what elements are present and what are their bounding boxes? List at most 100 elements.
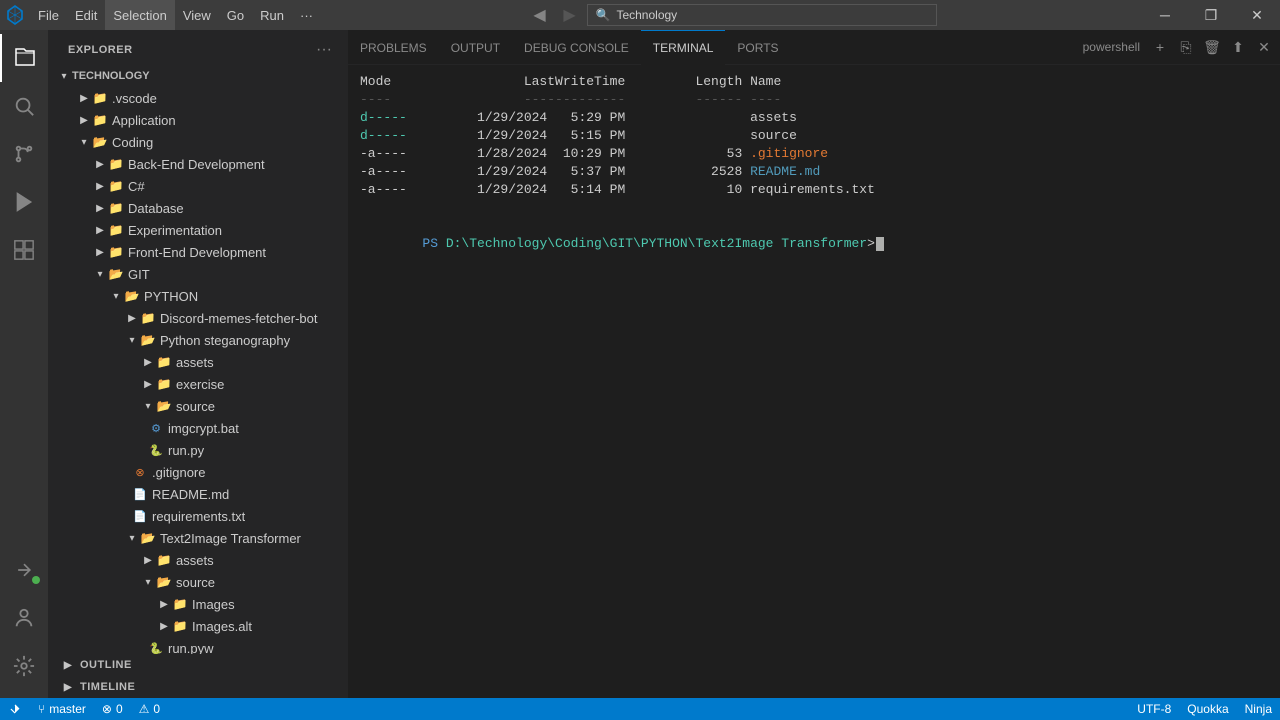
item-label: run.pyw bbox=[168, 641, 214, 655]
status-language[interactable]: Ninja bbox=[1237, 698, 1280, 720]
tree-item[interactable]: ▶ 📁 Images bbox=[48, 593, 348, 615]
minimize-button[interactable]: ─ bbox=[1142, 0, 1188, 30]
tree-item[interactable]: 📄 requirements.txt bbox=[48, 505, 348, 527]
tree-item[interactable]: ▾ 📂 Python steganography bbox=[48, 329, 348, 351]
title-center: ◀ ▶ 🔍 Technology bbox=[321, 2, 1142, 28]
tree-item[interactable]: ▶ 📁 Discord-memes-fetcher-bot bbox=[48, 307, 348, 329]
status-bar: ⑂ master ⊗ 0 ⚠ 0 UTF-8 Quokka Ninja bbox=[0, 698, 1280, 720]
maximize-button[interactable]: ❐ bbox=[1188, 0, 1234, 30]
search-icon: 🔍 bbox=[596, 8, 611, 22]
tree-item[interactable]: 📄 README.md bbox=[48, 483, 348, 505]
warning-count: 0 bbox=[153, 702, 160, 716]
tree-item[interactable]: ▾ 📂 Coding bbox=[48, 131, 348, 153]
status-eol[interactable]: Quokka bbox=[1179, 698, 1236, 720]
eol-label: Quokka bbox=[1187, 702, 1228, 716]
search-activity-icon[interactable] bbox=[0, 82, 48, 130]
status-encoding[interactable]: UTF-8 bbox=[1129, 698, 1179, 720]
status-git-branch[interactable]: ⑂ master bbox=[30, 698, 94, 720]
tree-item[interactable]: ▶ 📁 Application bbox=[48, 109, 348, 131]
tree-item[interactable]: ▶ 📁 Experimentation bbox=[48, 219, 348, 241]
item-label: source bbox=[176, 575, 215, 590]
item-label: run.py bbox=[168, 443, 204, 458]
item-label: Text2Image Transformer bbox=[160, 531, 301, 546]
arrow-icon: ▶ bbox=[156, 618, 172, 634]
folder-assets-icon: 📁 bbox=[156, 354, 172, 370]
item-label: assets bbox=[176, 553, 214, 568]
menu-edit[interactable]: Edit bbox=[67, 0, 105, 30]
explorer-icon[interactable] bbox=[0, 34, 48, 82]
tree-root[interactable]: ▾ TECHNOLOGY bbox=[48, 65, 348, 87]
arrow-icon: ▾ bbox=[124, 332, 140, 348]
branch-name: master bbox=[49, 702, 86, 716]
tree-item[interactable]: ▶ 📁 Back-End Development bbox=[48, 153, 348, 175]
terminal-split-button[interactable]: ⎘ bbox=[1174, 35, 1198, 59]
arrow-icon: ▶ bbox=[76, 90, 92, 106]
source-control-activity-icon[interactable] bbox=[0, 130, 48, 178]
nav-fwd-button[interactable]: ▶ bbox=[557, 2, 583, 28]
folder-open-icon: 📂 bbox=[140, 530, 156, 546]
terminal-maximize-button[interactable]: ⬆ bbox=[1226, 35, 1250, 59]
terminal-add-button[interactable]: + bbox=[1148, 35, 1172, 59]
tree-item[interactable]: ▶ 📁 Images.alt bbox=[48, 615, 348, 637]
tree-item[interactable]: ▾ 📂 source bbox=[48, 571, 348, 593]
folder-icon: 📁 bbox=[108, 244, 124, 260]
run-debug-activity-icon[interactable] bbox=[0, 178, 48, 226]
tree-item[interactable]: ▶ 📁 .vscode bbox=[48, 87, 348, 109]
terminal-line: Mode LastWriteTime Length Name bbox=[360, 73, 1268, 91]
tab-problems[interactable]: PROBLEMS bbox=[348, 30, 439, 65]
sidebar-header: Explorer ··· bbox=[48, 30, 348, 65]
outline-section[interactable]: ▶ OUTLINE bbox=[48, 654, 348, 676]
tab-terminal[interactable]: TERMINAL bbox=[641, 30, 726, 65]
menu-selection[interactable]: Selection bbox=[105, 0, 174, 30]
status-errors[interactable]: ⊗ 0 bbox=[94, 698, 131, 720]
menu-go[interactable]: Go bbox=[219, 0, 252, 30]
tab-debug-console[interactable]: DEBUG CONSOLE bbox=[512, 30, 641, 65]
tree-item[interactable]: 🐍 run.py bbox=[48, 439, 348, 461]
panel-close-button[interactable]: ✕ bbox=[1252, 35, 1276, 59]
close-button[interactable]: ✕ bbox=[1234, 0, 1280, 30]
outline-arrow-icon: ▶ bbox=[60, 657, 76, 673]
terminal-trash-button[interactable]: 🗑 bbox=[1200, 35, 1224, 59]
search-bar[interactable]: 🔍 Technology bbox=[587, 4, 937, 26]
tree-item[interactable]: ▶ 📁 exercise bbox=[48, 373, 348, 395]
encoding-label: UTF-8 bbox=[1137, 702, 1171, 716]
menu-file[interactable]: File bbox=[30, 0, 67, 30]
tree-item[interactable]: ⊗ .gitignore bbox=[48, 461, 348, 483]
settings-activity-icon[interactable] bbox=[0, 642, 48, 690]
folder-icon: 📁 bbox=[92, 90, 108, 106]
md-icon: 📄 bbox=[132, 486, 148, 502]
tree-item[interactable]: ▾ 📂 source bbox=[48, 395, 348, 417]
menu-run[interactable]: Run bbox=[252, 0, 292, 30]
tree-item[interactable]: ▾ 📂 PYTHON bbox=[48, 285, 348, 307]
remote-activity-icon[interactable] bbox=[0, 546, 48, 594]
nav-back-button[interactable]: ◀ bbox=[527, 2, 553, 28]
powershell-label: powershell bbox=[1077, 40, 1146, 54]
tree-item[interactable]: ▶ 📁 assets bbox=[48, 351, 348, 373]
tab-output[interactable]: OUTPUT bbox=[439, 30, 512, 65]
tree-item[interactable]: ▾ 📂 GIT bbox=[48, 263, 348, 285]
extensions-activity-icon[interactable] bbox=[0, 226, 48, 274]
terminal-prompt-line: PS D:\Technology\Coding\GIT\PYTHON\Text2… bbox=[360, 217, 1268, 271]
arrow-icon: ▶ bbox=[140, 552, 156, 568]
tab-ports[interactable]: PORTS bbox=[725, 30, 790, 65]
folder-icon: 📁 bbox=[108, 200, 124, 216]
tree-item[interactable]: ⚙ imgcrypt.bat bbox=[48, 417, 348, 439]
tree-item[interactable]: ▶ 📁 Database bbox=[48, 197, 348, 219]
terminal-content[interactable]: Mode LastWriteTime Length Name ---- ----… bbox=[348, 65, 1280, 698]
tree-item[interactable]: ▶ 📁 assets bbox=[48, 549, 348, 571]
account-activity-icon[interactable] bbox=[0, 594, 48, 642]
terminal-ps-label: PS bbox=[422, 236, 445, 251]
tree-item[interactable]: ▶ 📁 C# bbox=[48, 175, 348, 197]
folder-assets-icon: 📁 bbox=[156, 552, 172, 568]
status-warnings[interactable]: ⚠ 0 bbox=[131, 698, 168, 720]
status-remote[interactable] bbox=[0, 698, 30, 720]
arrow-icon: ▶ bbox=[140, 354, 156, 370]
tree-item[interactable]: 🐍 run.pyw bbox=[48, 637, 348, 654]
timeline-section[interactable]: ▶ TIMELINE bbox=[48, 676, 348, 698]
menu-more[interactable]: ··· bbox=[292, 0, 321, 30]
tree-item[interactable]: ▾ 📂 Text2Image Transformer bbox=[48, 527, 348, 549]
menu-view[interactable]: View bbox=[175, 0, 219, 30]
tree-item[interactable]: ▶ 📁 Front-End Development bbox=[48, 241, 348, 263]
sidebar-more-action[interactable]: ··· bbox=[312, 39, 336, 61]
arrow-icon: ▶ bbox=[76, 112, 92, 128]
